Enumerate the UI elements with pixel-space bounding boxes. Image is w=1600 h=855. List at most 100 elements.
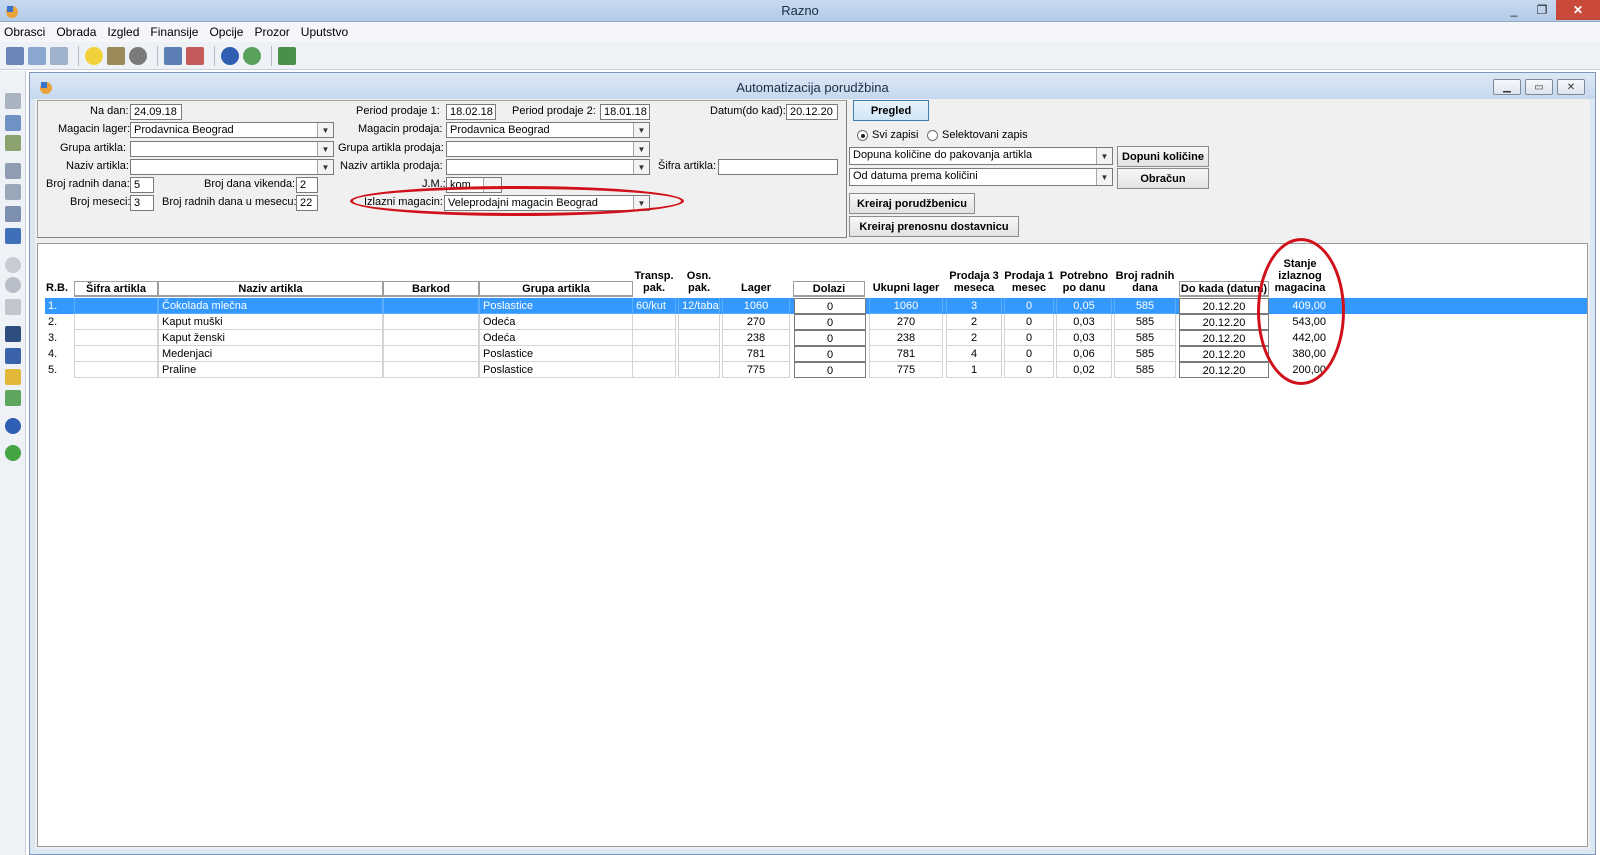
exit-icon[interactable]	[278, 46, 296, 65]
remove-icon[interactable]	[5, 277, 21, 293]
magacin-lager-select[interactable]: Prodavnica Beograd ▼	[130, 122, 334, 138]
table-row[interactable]: 5. Praline Poslastice 775 0 775 1 0 0,02 585 20.12…	[45, 362, 1587, 378]
col-naziv[interactable]: Naziv artikla	[158, 281, 383, 297]
kreiraj-prenosnu-button[interactable]: Kreiraj prenosnu dostavnicu	[849, 216, 1019, 237]
radio-svi-zapisi[interactable]: Svi zapisi	[857, 129, 918, 141]
naziv-prodaja-select[interactable]: ▼	[446, 159, 650, 175]
expand-icon[interactable]	[5, 390, 21, 406]
cell-dokada[interactable]: 20.12.20	[1179, 346, 1269, 362]
menu-finansije[interactable]: Finansije	[150, 25, 198, 39]
na-dan-field[interactable]: 24.09.18	[130, 104, 182, 120]
close-button[interactable]: ✕	[1556, 0, 1600, 20]
period1-field[interactable]: 18.02.18	[446, 104, 496, 120]
chevron-down-icon[interactable]: ▼	[317, 160, 333, 174]
vikenda-field[interactable]: 2	[296, 177, 318, 193]
help-icon[interactable]	[5, 418, 21, 434]
word-icon[interactable]	[5, 228, 21, 244]
folder-icon[interactable]	[164, 46, 182, 65]
lightbulb-icon[interactable]	[85, 46, 103, 65]
table-row[interactable]: 3. Kaput ženski Odeća 238 0 238 2 0 0,03 585 20.12…	[45, 330, 1587, 346]
radnih-dana-field[interactable]: 5	[130, 177, 154, 193]
cell-dolazi[interactable]: 0	[794, 362, 866, 378]
calculator-icon[interactable]	[28, 46, 46, 65]
minimize-button[interactable]: _	[1500, 0, 1528, 20]
chevron-down-icon[interactable]: ▼	[1096, 169, 1112, 185]
kreiraj-porudzbenicu-button[interactable]: Kreiraj porudžbenicu	[849, 193, 975, 214]
chevron-down-icon[interactable]: ▼	[633, 142, 649, 156]
col-potrebno[interactable]: Potrebno po danu	[1056, 244, 1112, 297]
cell-dokada[interactable]: 20.12.20	[1179, 362, 1269, 378]
obracun-button[interactable]: Obračun	[1117, 168, 1209, 189]
child-minimize-button[interactable]: ▁	[1493, 79, 1521, 95]
col-rb[interactable]: R.B.	[44, 244, 70, 297]
grid-icon[interactable]	[5, 115, 21, 131]
sifra-field[interactable]	[718, 159, 838, 175]
col-stanje[interactable]: Stanje izlaznog magacina	[1271, 244, 1329, 297]
radio-selektovani-zapis[interactable]: Selektovani zapis	[927, 129, 1028, 141]
jm-select[interactable]: kom	[446, 177, 502, 193]
sort-az-icon[interactable]	[5, 348, 21, 364]
col-osn[interactable]: Osn. pak.	[678, 244, 720, 297]
col-dokada[interactable]: Do kada (datum)	[1179, 281, 1269, 297]
chevron-down-icon[interactable]: ▼	[633, 196, 649, 210]
truck-icon[interactable]	[107, 46, 125, 65]
add-icon[interactable]	[5, 257, 21, 273]
clipboard-icon[interactable]	[50, 46, 68, 65]
restore-button[interactable]: ❐	[1528, 0, 1556, 20]
menu-obrada[interactable]: Obrada	[56, 25, 96, 39]
col-grupa[interactable]: Grupa artikla	[479, 281, 633, 297]
globe-icon[interactable]	[243, 46, 261, 65]
child-close-button[interactable]: ✕	[1557, 79, 1585, 95]
datum-kolicina-select[interactable]: Od datuma prema količini ▼	[849, 168, 1113, 186]
chevron-down-icon[interactable]	[483, 178, 501, 192]
chevron-down-icon[interactable]: ▼	[633, 160, 649, 174]
add-green-icon[interactable]	[5, 445, 21, 461]
menu-uputstvo[interactable]: Uputstvo	[301, 25, 348, 39]
grupa-prodaja-select[interactable]: ▼	[446, 141, 650, 157]
help-icon[interactable]	[221, 46, 239, 65]
col-transp[interactable]: Transp. pak.	[632, 244, 676, 297]
chevron-down-icon[interactable]: ▼	[633, 123, 649, 137]
col-lager[interactable]: Lager	[722, 244, 790, 297]
dopuni-button[interactable]: Dopuni količine	[1117, 146, 1209, 167]
col-barkod[interactable]: Barkod	[383, 281, 479, 297]
cell-dolazi[interactable]: 0	[794, 314, 866, 330]
naziv-select[interactable]: ▼	[130, 159, 334, 175]
radnih-mesec-field[interactable]: 22	[296, 195, 318, 211]
chevron-down-icon[interactable]: ▼	[1096, 148, 1112, 164]
cell-dolazi[interactable]: 0	[794, 346, 866, 362]
col-brojrad[interactable]: Broj radnih dana	[1114, 244, 1176, 297]
pregled-button[interactable]: Pregled	[853, 100, 929, 121]
disk-icon[interactable]	[129, 46, 147, 65]
datum-field[interactable]: 20.12.20	[786, 104, 838, 120]
print-icon[interactable]	[5, 163, 21, 179]
period2-field[interactable]: 18.01.18	[600, 104, 650, 120]
calendar-icon[interactable]	[186, 46, 204, 65]
export-icon[interactable]	[5, 206, 21, 222]
cell-dokada[interactable]: 20.12.20	[1179, 298, 1269, 314]
magacin-prodaja-select[interactable]: Prodavnica Beograd ▼	[446, 122, 650, 138]
table-row[interactable]: 1. Čokolada mlečna Poslastice 60/kut 12/taba…	[45, 298, 1587, 314]
col-prodaja3[interactable]: Prodaja 3 meseca	[946, 244, 1002, 297]
menu-prozor[interactable]: Prozor	[254, 25, 289, 39]
table-row[interactable]: 4. Medenjaci Poslastice 781 0 781 4 0 0,06 585 20.…	[45, 346, 1587, 362]
meseci-field[interactable]: 3	[130, 195, 154, 211]
menu-obrasci[interactable]: Obrasci	[4, 25, 45, 39]
table-row[interactable]: 2. Kaput muški Odeća 270 0 270 2 0 0,03 585 20.12.…	[45, 314, 1587, 330]
binoculars-icon[interactable]	[5, 326, 21, 342]
documents-icon[interactable]	[6, 46, 24, 65]
grupa-select[interactable]: ▼	[130, 141, 334, 157]
save-icon[interactable]	[5, 93, 21, 109]
col-sifra[interactable]: Šifra artikla	[74, 281, 158, 297]
edit-icon[interactable]	[5, 299, 21, 315]
print-preview-icon[interactable]	[5, 184, 21, 200]
cell-dolazi[interactable]: 0	[794, 298, 866, 314]
chevron-down-icon[interactable]: ▼	[317, 123, 333, 137]
col-dolazi[interactable]: Dolazi	[793, 281, 865, 297]
filter-icon[interactable]	[5, 369, 21, 385]
cell-dokada[interactable]: 20.12.20	[1179, 314, 1269, 330]
col-ukupni[interactable]: Ukupni lager	[869, 244, 943, 297]
izlazni-select[interactable]: Veleprodajni magacin Beograd ▼	[444, 195, 650, 211]
menu-opcije[interactable]: Opcije	[209, 25, 243, 39]
chevron-down-icon[interactable]: ▼	[317, 142, 333, 156]
